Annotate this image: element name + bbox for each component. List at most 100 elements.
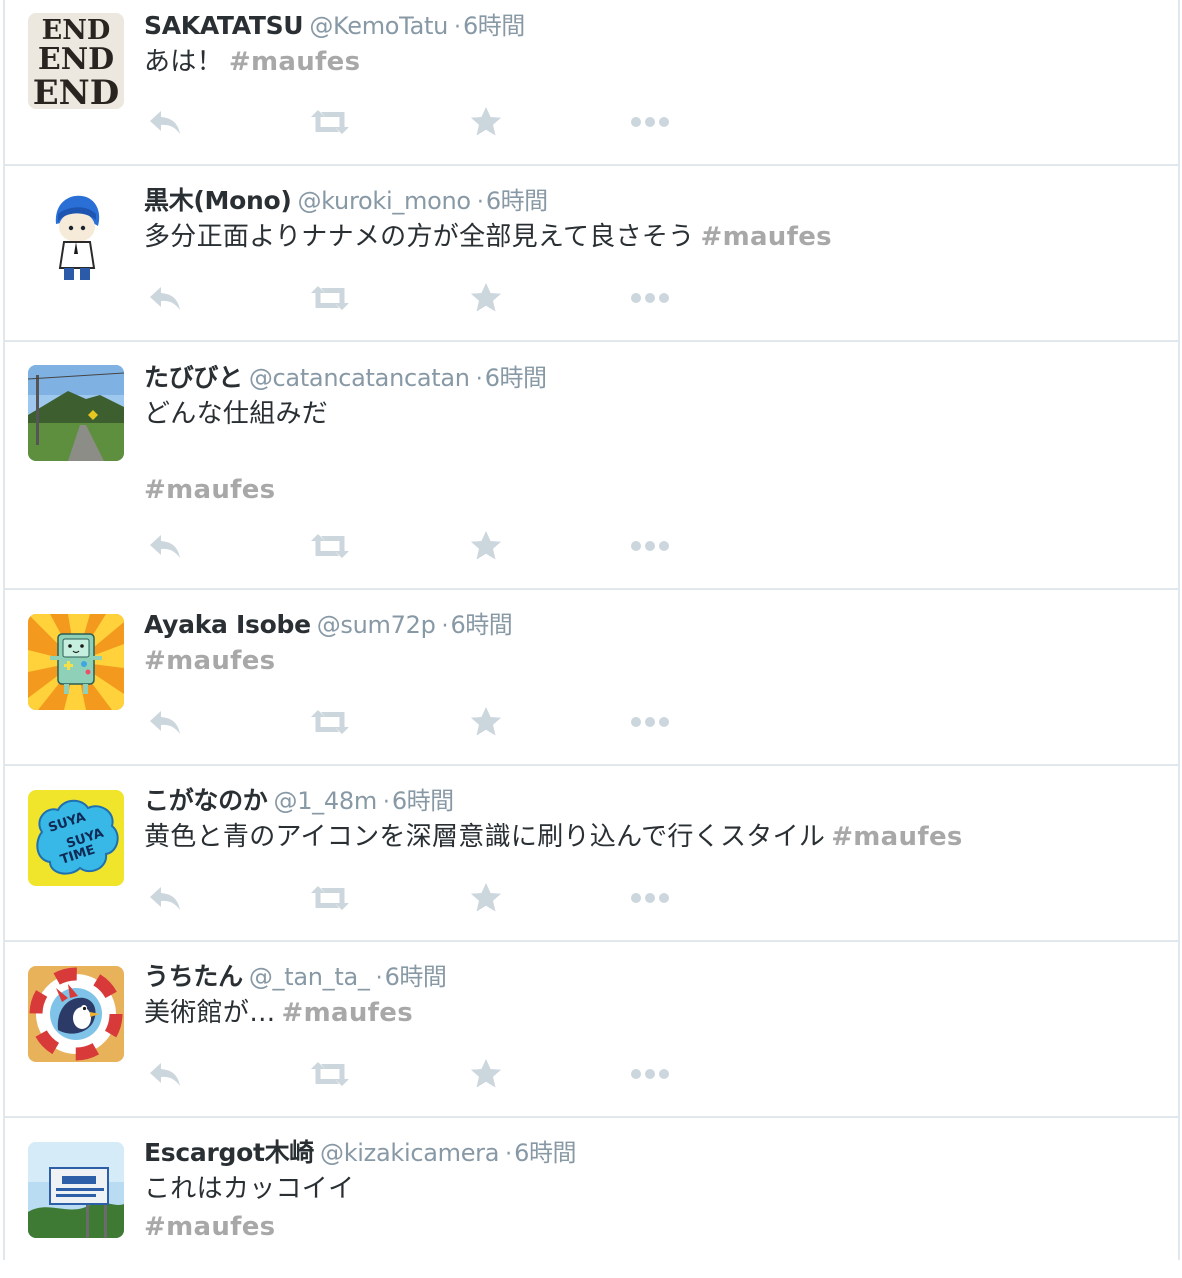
retweet-button[interactable] — [309, 704, 351, 740]
retweet-icon — [311, 110, 349, 134]
avatar[interactable] — [28, 966, 124, 1062]
avatar[interactable] — [28, 1142, 124, 1238]
username[interactable]: @sum72p — [317, 611, 436, 639]
avatar[interactable]: SUYA SUYA TIME — [28, 790, 124, 886]
separator-dot: · — [382, 790, 390, 815]
tweet-text: 多分正面よりナナメの方が全部見えて良さそう #maufes — [144, 218, 1158, 256]
fullname[interactable]: うちたん — [144, 962, 243, 991]
favorite-button[interactable] — [470, 1056, 502, 1092]
retweet-button[interactable] — [309, 1056, 351, 1092]
fullname[interactable]: Escargot木崎 — [144, 1138, 314, 1167]
favorite-icon — [471, 1059, 501, 1088]
separator-dot: · — [475, 367, 483, 392]
reply-button[interactable] — [148, 880, 182, 916]
tweet-text: あは！ #maufes — [144, 43, 1158, 81]
username[interactable]: @catancatancatan — [249, 364, 470, 392]
username[interactable]: @kizakicamera — [320, 1139, 499, 1167]
more-icon — [631, 541, 669, 551]
retweet-button[interactable] — [309, 104, 351, 140]
retweet-button[interactable] — [309, 528, 351, 564]
hashtag-link[interactable]: #maufes — [144, 475, 275, 505]
reply-button[interactable] — [148, 1056, 182, 1092]
hashtag-link[interactable]: #maufes — [831, 822, 962, 852]
retweet-button[interactable] — [309, 880, 351, 916]
tweet-text-body: 美術館が… — [144, 998, 276, 1028]
favorite-button[interactable] — [470, 104, 502, 140]
svg-text:END: END — [38, 42, 114, 77]
separator-dot: · — [505, 1142, 513, 1167]
tweet[interactable]: 黒木(Mono) @kuroki_mono ·6時間 多分正面よりナナメの方が全部見… — [5, 166, 1178, 342]
more-button[interactable] — [630, 704, 670, 740]
reply-button[interactable] — [148, 104, 182, 140]
tweet-text: 黄色と青のアイコンを深層意識に刷り込んで行くスタイル #maufes — [144, 818, 1158, 856]
retweet-icon — [311, 886, 349, 910]
tweet-text: #maufes — [144, 642, 1158, 680]
more-button[interactable] — [630, 528, 670, 564]
username[interactable]: @1_48m — [274, 787, 378, 815]
tweet[interactable]: Escargot木崎 @kizakicamera ·6時間 これはカッコイイ #ma… — [5, 1118, 1178, 1278]
avatar[interactable] — [28, 614, 124, 710]
tweet-header: うちたん @_tan_ta_ ·6時間 — [144, 960, 1158, 994]
tweet[interactable]: END END END SAKATATSU @KemoTatu ·6時間 あは！ #m… — [5, 0, 1178, 166]
favorite-button[interactable] — [470, 880, 502, 916]
avatar[interactable] — [28, 188, 124, 284]
favorite-button[interactable] — [470, 280, 502, 316]
reply-icon — [150, 711, 180, 734]
more-icon — [631, 1069, 669, 1079]
tweet-text-body: どんな仕組みだ — [144, 399, 329, 429]
hashtag-link[interactable]: #maufes — [144, 1212, 275, 1242]
fullname[interactable]: 黒木(Mono) — [144, 186, 292, 215]
tweet[interactable]: うちたん @_tan_ta_ ·6時間 美術館が… #maufes — [5, 942, 1178, 1118]
retweet-button[interactable] — [309, 280, 351, 316]
fullname[interactable]: こがなのか — [144, 786, 268, 815]
timestamp[interactable]: 6時間 — [451, 611, 513, 639]
tweet[interactable]: Ayaka Isobe @sum72p ·6時間 #maufes — [5, 590, 1178, 766]
tweet-text-body: 多分正面よりナナメの方が全部見えて良さそう — [144, 222, 695, 252]
retweet-icon — [311, 534, 349, 558]
avatar[interactable]: END END END — [28, 13, 124, 109]
more-button[interactable] — [630, 880, 670, 916]
username[interactable]: @_tan_ta_ — [249, 963, 370, 991]
fullname[interactable]: Ayaka Isobe — [144, 610, 311, 639]
retweet-icon — [311, 710, 349, 734]
reply-icon — [150, 535, 180, 558]
timestamp[interactable]: 6時間 — [485, 364, 547, 392]
tweet-header: 黒木(Mono) @kuroki_mono ·6時間 — [144, 184, 1158, 218]
reply-icon — [150, 887, 180, 910]
favorite-button[interactable] — [470, 528, 502, 564]
timestamp[interactable]: 6時間 — [463, 12, 525, 40]
more-button[interactable] — [630, 280, 670, 316]
timeline: END END END SAKATATSU @KemoTatu ·6時間 あは！ #m… — [3, 0, 1180, 1260]
username[interactable]: @kuroki_mono — [297, 187, 471, 215]
timestamp[interactable]: 6時間 — [392, 787, 454, 815]
tweet-header: Ayaka Isobe @sum72p ·6時間 — [144, 608, 1158, 642]
favorite-icon — [471, 283, 501, 312]
favorite-icon — [471, 707, 501, 736]
svg-text:END: END — [33, 73, 119, 109]
reply-icon — [150, 111, 180, 134]
fullname[interactable]: たびびと — [144, 363, 243, 392]
timestamp[interactable]: 6時間 — [514, 1139, 576, 1167]
hashtag-link[interactable]: #maufes — [229, 47, 360, 77]
favorite-icon — [471, 883, 501, 912]
more-button[interactable] — [630, 104, 670, 140]
hashtag-link[interactable]: #maufes — [700, 222, 831, 252]
timestamp[interactable]: 6時間 — [486, 187, 548, 215]
fullname[interactable]: SAKATATSU — [144, 11, 304, 40]
tweet-text-body: これはカッコイイ — [144, 1174, 355, 1204]
tweet[interactable]: SUYA SUYA TIME こがなのか @1_48m ·6時間 黄色と青のアイコン… — [5, 766, 1178, 942]
separator-dot: · — [375, 966, 383, 991]
hashtag-link[interactable]: #maufes — [144, 646, 275, 676]
more-button[interactable] — [630, 1056, 670, 1092]
username[interactable]: @KemoTatu — [309, 12, 448, 40]
tweet[interactable]: たびびと @catancatancatan ·6時間 どんな仕組みだ #maufes — [5, 342, 1178, 590]
favorite-button[interactable] — [470, 704, 502, 740]
avatar[interactable] — [28, 365, 124, 461]
hashtag-link[interactable]: #maufes — [282, 998, 413, 1028]
more-icon — [631, 893, 669, 903]
timestamp[interactable]: 6時間 — [385, 963, 447, 991]
reply-button[interactable] — [148, 528, 182, 564]
tweet-text-body: 黄色と青のアイコンを深層意識に刷り込んで行くスタイル — [144, 822, 826, 852]
reply-button[interactable] — [148, 280, 182, 316]
reply-button[interactable] — [148, 704, 182, 740]
